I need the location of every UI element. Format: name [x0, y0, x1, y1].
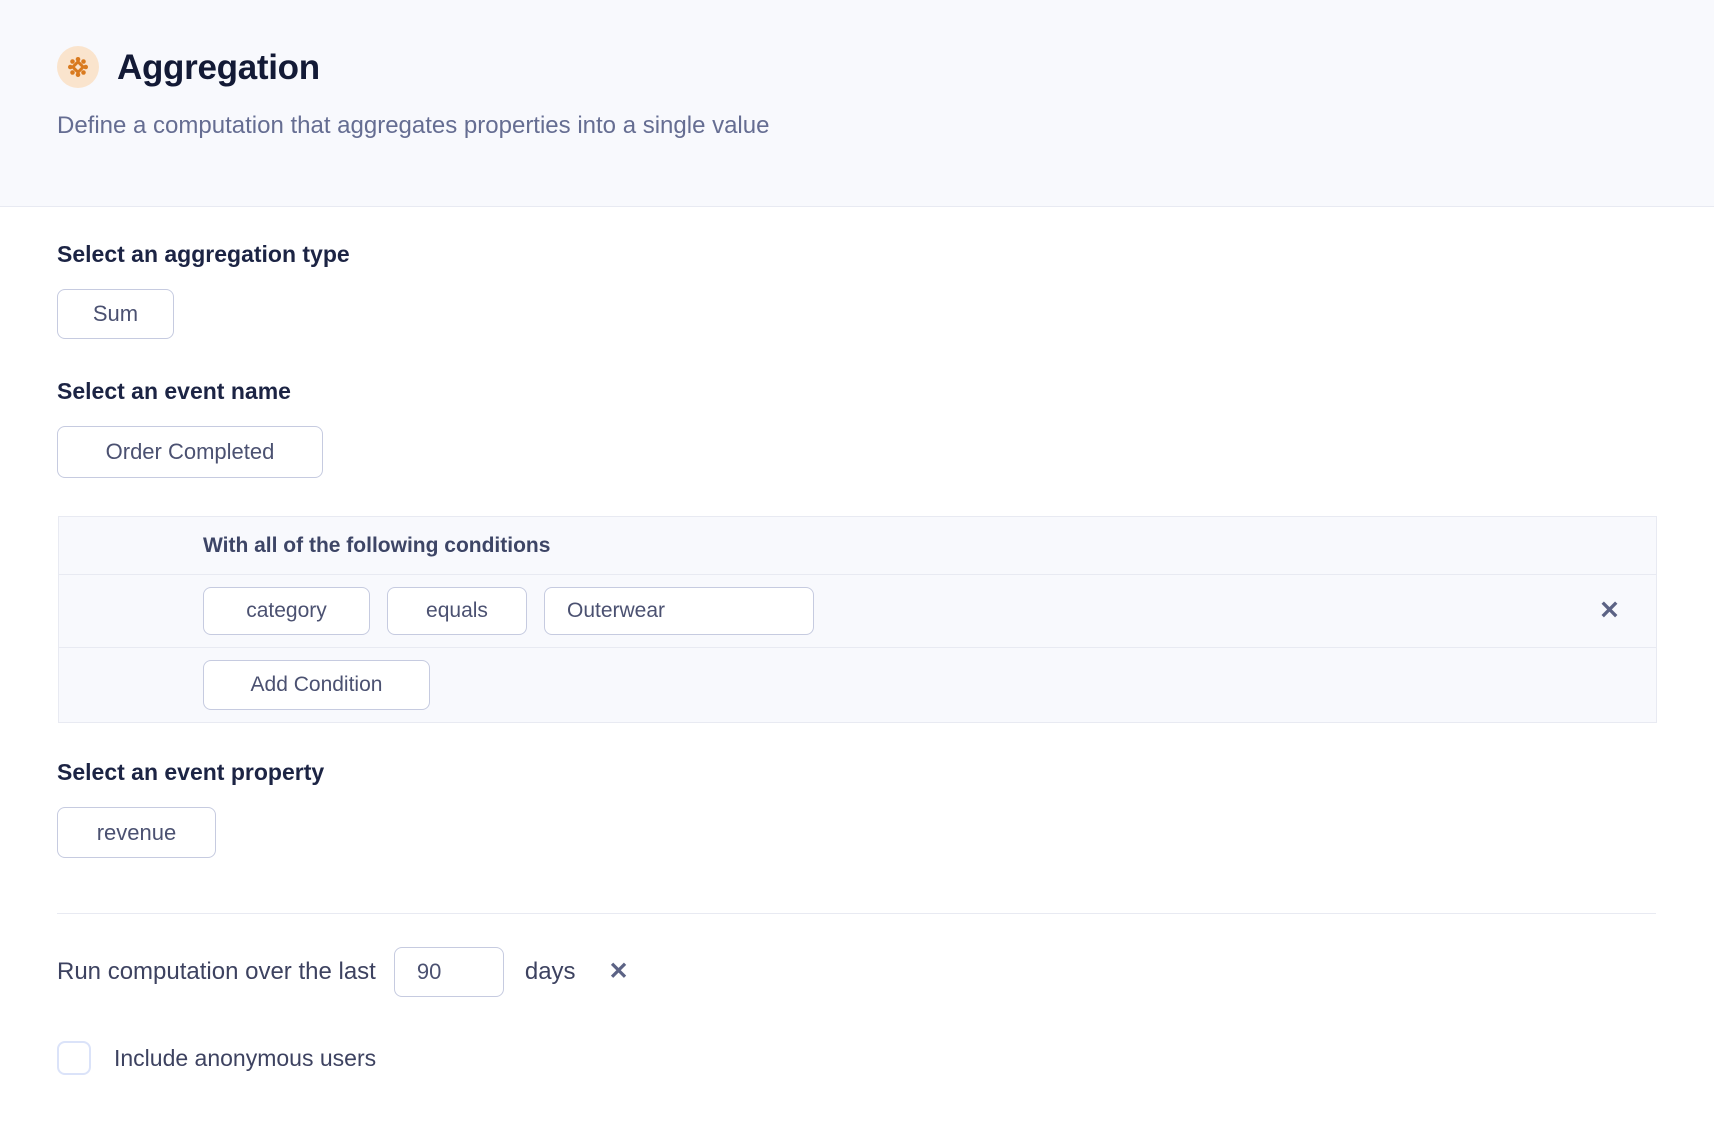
remove-condition-icon[interactable]: ✕	[1599, 599, 1620, 624]
computation-window-unit: days	[525, 958, 576, 986]
panel-body: Select an aggregation type Sum Select an…	[0, 207, 1714, 1075]
section-event-property: Select an event property revenue	[57, 723, 1657, 858]
conditions-heading: With all of the following conditions	[203, 534, 550, 558]
condition-value-input[interactable]: Outerwear	[544, 587, 814, 635]
conditions-panel: With all of the following conditions cat…	[58, 516, 1657, 723]
panel-header: Aggregation Define a computation that ag…	[0, 0, 1714, 207]
event-name-select[interactable]: Order Completed	[57, 426, 323, 478]
condition-operator-select[interactable]: equals	[387, 587, 527, 635]
event-name-label: Select an event name	[57, 378, 1657, 405]
condition-row: category equals Outerwear ✕	[59, 575, 1656, 648]
condition-property-select[interactable]: category	[203, 587, 370, 635]
page-subtitle: Define a computation that aggregates pro…	[57, 112, 1714, 141]
computation-window-input[interactable]	[394, 947, 504, 997]
aggregation-gear-icon	[57, 46, 99, 88]
section-divider	[57, 913, 1656, 914]
computation-window-label: Run computation over the last	[57, 958, 376, 986]
add-condition-row: Add Condition	[59, 648, 1656, 722]
page-title: Aggregation	[117, 50, 320, 85]
include-anonymous-checkbox[interactable]	[57, 1041, 91, 1075]
include-anonymous-label[interactable]: Include anonymous users	[114, 1045, 376, 1072]
aggregation-type-select[interactable]: Sum	[57, 289, 174, 339]
header-title-row: Aggregation	[57, 46, 1714, 88]
conditions-header-row: With all of the following conditions	[59, 517, 1656, 575]
event-property-select[interactable]: revenue	[57, 807, 216, 858]
section-aggregation-type: Select an aggregation type Sum	[57, 207, 1657, 339]
section-event-name: Select an event name Order Completed	[57, 339, 1657, 478]
add-condition-button[interactable]: Add Condition	[203, 660, 430, 710]
aggregation-type-label: Select an aggregation type	[57, 241, 1657, 268]
include-anonymous-row: Include anonymous users	[57, 1041, 1657, 1075]
clear-computation-window-icon[interactable]: ✕	[609, 960, 629, 984]
computation-window-row: Run computation over the last days ✕	[57, 947, 1657, 997]
event-property-label: Select an event property	[57, 759, 1657, 786]
